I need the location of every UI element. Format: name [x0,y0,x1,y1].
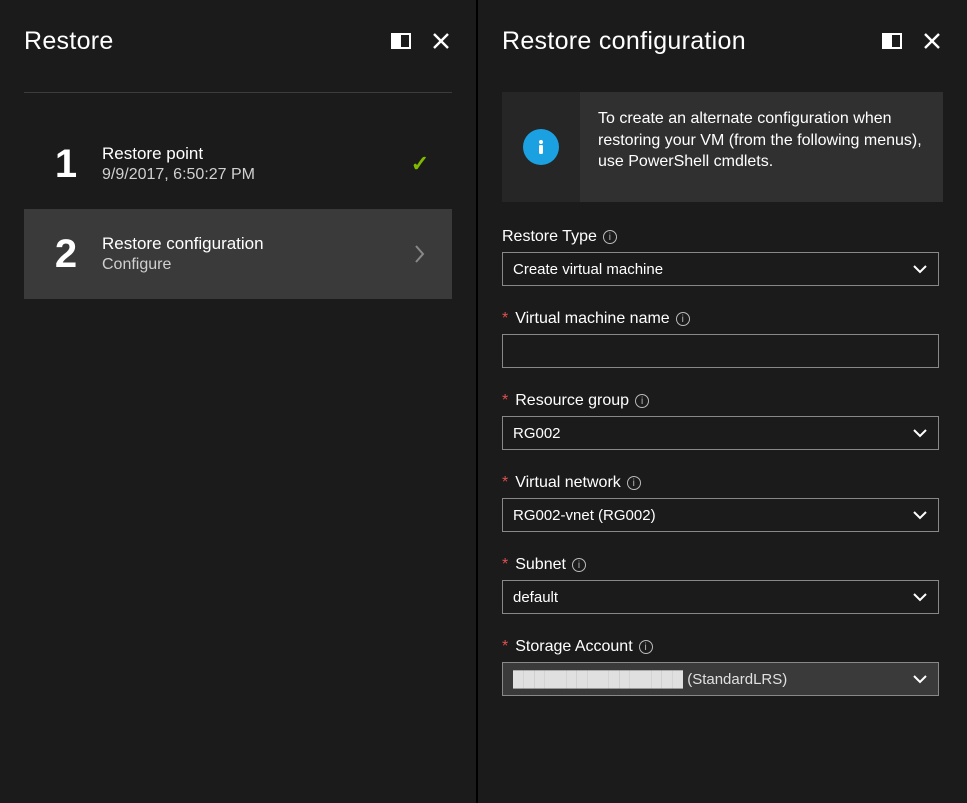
config-blade-title: Restore configuration [502,27,881,56]
virtual-network-label: * Virtual network i [502,474,939,492]
restore-type-value: Create virtual machine [513,261,663,278]
subnet-dropdown[interactable]: default [502,580,939,614]
step-text: Restore configuration Configure [96,234,406,274]
field-resource-group: * Resource group i RG002 [502,392,939,450]
close-icon[interactable] [921,30,943,52]
restore-blade-title: Restore [24,27,390,56]
field-restore-type: Restore Type i Create virtual machine [502,228,939,286]
resource-group-label: * Resource group i [502,392,939,410]
chevron-right-icon [406,243,434,265]
subnet-label: * Subnet i [502,556,939,574]
resource-group-value: RG002 [513,425,561,442]
field-storage-account: * Storage Account i ████████████████ (St… [502,638,939,696]
tooltip-icon[interactable]: i [572,558,586,572]
restore-type-label: Restore Type i [502,228,939,246]
check-icon: ✓ [406,151,434,177]
config-form: Restore Type i Create virtual machine * … [502,228,943,696]
tooltip-icon[interactable]: i [635,394,649,408]
required-marker: * [502,638,508,656]
field-virtual-network: * Virtual network i RG002-vnet (RG002) [502,474,939,532]
tooltip-icon[interactable]: i [627,476,641,490]
maximize-icon[interactable] [881,30,903,52]
chevron-down-icon [912,261,928,278]
resource-group-dropdown[interactable]: RG002 [502,416,939,450]
divider [24,92,452,93]
info-message: To create an alternate configuration whe… [580,92,943,202]
field-vm-name: * Virtual machine name i [502,310,939,368]
subnet-value: default [513,589,558,606]
required-marker: * [502,474,508,492]
step-restore-configuration[interactable]: 2 Restore configuration Configure [24,209,452,299]
chevron-down-icon [912,589,928,606]
virtual-network-value: RG002-vnet (RG002) [513,507,656,524]
restore-blade: Restore 1 Restore point 9/9/2017, 6:50:2… [0,0,478,803]
close-icon[interactable] [430,30,452,52]
step-title: Restore point [102,144,406,164]
tooltip-icon[interactable]: i [639,640,653,654]
storage-account-value: ████████████████ (StandardLRS) [513,671,787,688]
restore-config-blade: Restore configuration To create an alter… [478,0,967,803]
step-subtitle: Configure [102,256,406,274]
step-text: Restore point 9/9/2017, 6:50:27 PM [96,144,406,184]
config-blade-header: Restore configuration [502,18,943,64]
restore-blade-header: Restore [24,18,452,64]
vm-name-input-wrapper [502,334,939,368]
storage-account-dropdown[interactable]: ████████████████ (StandardLRS) [502,662,939,696]
required-marker: * [502,392,508,410]
tooltip-icon[interactable]: i [676,312,690,326]
step-number: 2 [36,232,96,277]
step-number: 1 [36,142,96,187]
field-subnet: * Subnet i default [502,556,939,614]
info-box: To create an alternate configuration whe… [502,92,943,202]
vm-name-label: * Virtual machine name i [502,310,939,328]
storage-account-label: * Storage Account i [502,638,939,656]
restore-header-icons [390,30,452,52]
chevron-down-icon [912,425,928,442]
maximize-icon[interactable] [390,30,412,52]
virtual-network-dropdown[interactable]: RG002-vnet (RG002) [502,498,939,532]
info-icon [523,129,559,165]
wizard-steps: 1 Restore point 9/9/2017, 6:50:27 PM ✓ 2… [24,119,452,299]
chevron-down-icon [912,507,928,524]
config-header-icons [881,30,943,52]
tooltip-icon[interactable]: i [603,230,617,244]
step-restore-point[interactable]: 1 Restore point 9/9/2017, 6:50:27 PM ✓ [24,119,452,209]
vm-name-input[interactable] [513,335,928,367]
restore-type-dropdown[interactable]: Create virtual machine [502,252,939,286]
info-icon-column [502,92,580,202]
chevron-down-icon [912,671,928,688]
step-title: Restore configuration [102,234,406,254]
step-subtitle: 9/9/2017, 6:50:27 PM [102,166,406,184]
required-marker: * [502,556,508,574]
required-marker: * [502,310,508,328]
